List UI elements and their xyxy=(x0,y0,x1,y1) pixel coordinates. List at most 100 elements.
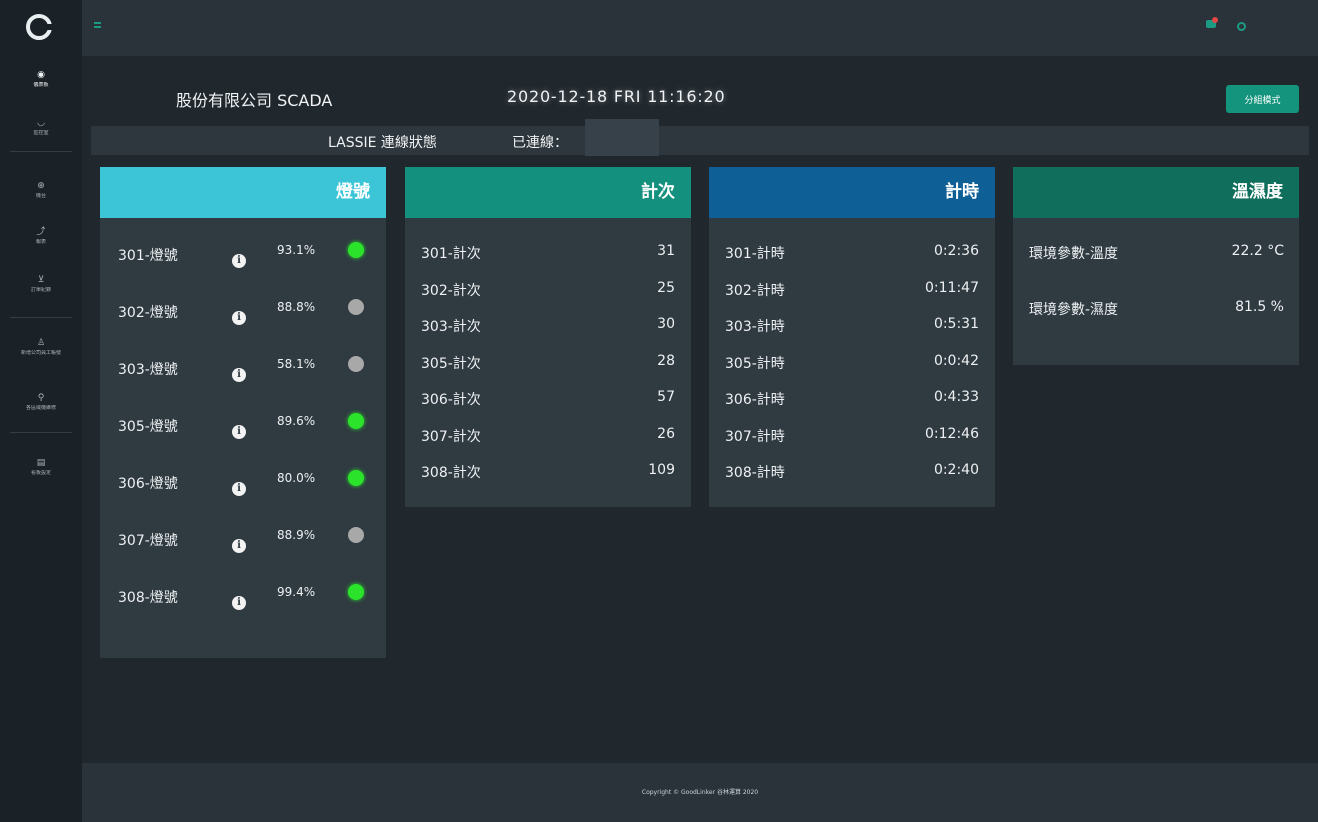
sidebar-item-orders[interactable]: ⊻ 訂單紀錄 xyxy=(0,275,82,294)
light-row-name: 302-燈號 xyxy=(118,305,178,321)
info-icon[interactable]: i xyxy=(232,425,246,439)
status-light-off-icon xyxy=(348,356,364,372)
counts-card-header: 計次 xyxy=(405,167,691,218)
sidebar-item-board[interactable]: ▤ 看板設定 xyxy=(0,458,82,477)
monitor-icon: ◡ xyxy=(37,118,45,128)
status-light-off-icon xyxy=(348,527,364,543)
counts-row-name: 307-計次 xyxy=(421,428,481,445)
light-row-percent: 93.1% xyxy=(277,243,316,257)
light-row-percent: 58.1% xyxy=(277,357,316,371)
light-row-name: 307-燈號 xyxy=(118,533,178,549)
env-row-name: 環境參數-溫度 xyxy=(1029,246,1119,262)
light-row-percent: 99.4% xyxy=(277,585,316,599)
light-row-percent: 89.6% xyxy=(277,414,316,428)
lights-card-header: 燈號 xyxy=(100,167,386,218)
timers-card-header: 計時 xyxy=(709,167,995,218)
timers-row-value: 0:11:47 xyxy=(925,279,979,296)
timers-row-value: 0:2:40 xyxy=(933,462,979,478)
timers-row-value: 0:12:46 xyxy=(925,425,979,442)
counts-row-value: 30 xyxy=(657,316,675,332)
env-row-value: 22.2 °C xyxy=(1231,243,1284,259)
counts-row-value: 31 xyxy=(657,243,675,259)
counts-row-name: 308-計次 xyxy=(421,465,481,481)
connection-indicator xyxy=(585,119,659,156)
light-row-name: 301-燈號 xyxy=(118,248,178,264)
counts-card: 計次 301-計次 31 302-計次 25 303-計次 30 305-計次 28 306-計… xyxy=(405,167,691,507)
status-light-on-icon xyxy=(348,242,364,258)
sidebar-item-machine[interactable]: ⊕ 機台 xyxy=(0,181,82,200)
menu-icon[interactable] xyxy=(94,22,101,28)
info-icon[interactable]: i xyxy=(232,539,246,553)
user-add-icon: ♙ xyxy=(36,338,46,348)
light-row-name: 306-燈號 xyxy=(118,476,178,492)
connection-status-bar: LASSIE 連線狀態 已連線： xyxy=(91,119,1309,156)
datetime-display: 2020-12-18 FRI 11:16:20 xyxy=(507,87,726,106)
light-row-percent: 88.9% xyxy=(277,528,316,542)
user-icon[interactable] xyxy=(1237,22,1246,31)
light-row-name: 303-燈號 xyxy=(118,362,178,378)
env-card-header: 溫濕度 xyxy=(1013,167,1299,218)
info-icon[interactable]: i xyxy=(232,482,246,496)
counts-row-value: 28 xyxy=(657,352,675,369)
env-card: 溫濕度 環境參數-溫度 22.2 °C 環境參數-濕度 81.5 % xyxy=(1013,167,1299,365)
counts-row-name: 306-計次 xyxy=(421,392,481,408)
sidebar-item-report[interactable]: ⤴ 報表 xyxy=(0,227,82,246)
sidebar-divider xyxy=(10,151,72,152)
sidebar: ◉ 儀表板 ◡ 監控室 ⊕ 機台 ⤴ 報表 ⊻ 訂單紀錄 ♙ 新增公司員工帳號 … xyxy=(0,0,82,822)
copyright-text: Copyright © GoodLinker 谷林運算 2020 xyxy=(641,789,759,796)
timers-row-name: 301-計時 xyxy=(725,246,785,262)
timers-row-value: 0:0:42 xyxy=(933,352,979,369)
counts-row-name: 301-計次 xyxy=(421,246,481,262)
timers-row-value: 0:4:33 xyxy=(933,389,979,405)
light-row-percent: 88.8% xyxy=(277,300,316,314)
machine-icon: ⊕ xyxy=(37,181,45,191)
env-row-value: 81.5 % xyxy=(1235,299,1284,315)
connection-label: LASSIE 連線狀態 xyxy=(328,135,437,151)
connection-status: 已連線： xyxy=(512,135,568,151)
info-icon[interactable]: i xyxy=(232,368,246,382)
footer: Copyright © GoodLinker 谷林運算 2020 xyxy=(82,763,1318,822)
status-light-on-icon xyxy=(348,413,364,429)
info-icon[interactable]: i xyxy=(232,254,246,268)
report-icon: ⤴ xyxy=(36,227,46,237)
status-light-on-icon xyxy=(348,584,364,600)
counts-row-value: 25 xyxy=(657,279,675,296)
light-row-name: 308-燈號 xyxy=(118,590,178,606)
status-light-on-icon xyxy=(348,470,364,486)
timers-row-name: 305-計時 xyxy=(725,355,785,372)
dashboard-icon: ◉ xyxy=(37,70,45,80)
logo-icon[interactable] xyxy=(26,14,52,40)
light-row-name: 305-燈號 xyxy=(118,419,178,435)
sidebar-item-add-employee[interactable]: ♙ 新增公司員工帳號 xyxy=(0,338,82,357)
counts-row-name: 303-計次 xyxy=(421,319,481,335)
info-icon[interactable]: i xyxy=(232,311,246,325)
sidebar-divider xyxy=(10,317,72,318)
status-light-off-icon xyxy=(348,299,364,315)
cart-icon: ⊻ xyxy=(37,275,45,285)
sidebar-divider xyxy=(10,432,72,433)
timers-row-name: 302-計時 xyxy=(725,282,785,299)
light-row-percent: 80.0% xyxy=(277,471,316,485)
timers-row-value: 0:2:36 xyxy=(933,243,979,259)
sidebar-item-dashboard[interactable]: ◉ 儀表板 xyxy=(0,70,82,89)
lights-card: 燈號 301-燈號 i 93.1% 302-燈號 i 88.8% 303-燈號 i 58.1% 3… xyxy=(100,167,386,658)
wrench-icon: ⚲ xyxy=(37,393,45,403)
sidebar-item-monitor[interactable]: ◡ 監控室 xyxy=(0,118,82,137)
topbar xyxy=(82,0,1318,56)
counts-row-value: 57 xyxy=(657,389,675,405)
timers-row-name: 308-計時 xyxy=(725,465,785,481)
group-mode-button[interactable]: 分組模式 xyxy=(1226,85,1299,113)
timers-row-name: 307-計時 xyxy=(725,428,785,445)
timers-row-name: 306-計時 xyxy=(725,392,785,408)
env-row-name: 環境參數-濕度 xyxy=(1029,302,1119,318)
notification-badge xyxy=(1212,17,1218,23)
counts-row-name: 302-計次 xyxy=(421,282,481,299)
counts-row-value: 26 xyxy=(657,425,675,442)
info-icon[interactable]: i xyxy=(232,596,246,610)
timers-card: 計時 301-計時 0:2:36 302-計時 0:11:47 303-計時 0:5:31… xyxy=(709,167,995,507)
timers-row-name: 303-計時 xyxy=(725,319,785,335)
counts-row-name: 305-計次 xyxy=(421,355,481,372)
timers-row-value: 0:5:31 xyxy=(933,316,979,332)
sidebar-item-maintenance[interactable]: ⚲ 各區域機維修 xyxy=(0,393,82,412)
counts-row-value: 109 xyxy=(648,462,675,478)
